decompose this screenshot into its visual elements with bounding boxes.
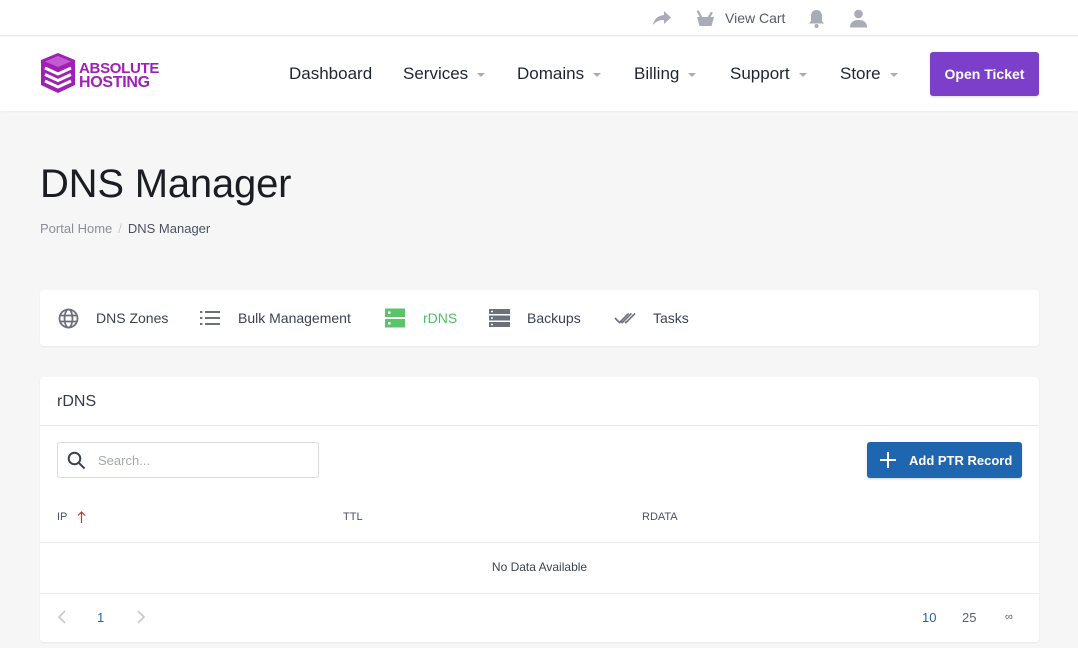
share-arrow-icon <box>652 10 672 26</box>
view-cart-link[interactable]: View Cart <box>696 0 785 36</box>
column-header-rdata-label: RDATA <box>642 511 678 523</box>
breadcrumb-separator: / <box>118 221 122 236</box>
search-input[interactable] <box>98 452 298 468</box>
tab-tasks[interactable]: Tasks <box>614 290 689 346</box>
page-size-all[interactable]: ∞ <box>1005 609 1013 625</box>
breadcrumb: Portal Home / DNS Manager <box>40 221 210 236</box>
empty-state: No Data Available <box>491 560 588 574</box>
notifications-button[interactable] <box>808 0 825 36</box>
tab-rdns[interactable]: rDNS <box>384 290 457 346</box>
list-icon <box>199 310 221 326</box>
sort-ascending-icon <box>77 511 86 523</box>
chevron-down-icon <box>889 73 898 77</box>
plus-icon <box>880 452 896 468</box>
nav-domains-label: Domains <box>517 64 585 83</box>
search-field[interactable] <box>57 442 319 478</box>
breadcrumb-portal-home[interactable]: Portal Home <box>40 221 112 236</box>
page-size-10[interactable]: 10 <box>922 609 936 625</box>
tab-backups[interactable]: Backups <box>488 290 581 346</box>
storage-icon <box>488 309 510 327</box>
chevron-down-icon <box>688 73 697 77</box>
stacked-server-icon <box>40 52 76 99</box>
page-number[interactable]: 1 <box>97 610 104 625</box>
add-ptr-record-label: Add PTR Record <box>909 452 1013 468</box>
tab-dns-zones-label: DNS Zones <box>96 310 169 326</box>
column-header-ip[interactable]: IP <box>57 511 86 523</box>
rdns-card-title: rDNS <box>57 393 97 410</box>
nav-store[interactable]: Store <box>840 37 898 111</box>
nav-billing[interactable]: Billing <box>634 37 697 111</box>
main-header: ABSOLUTE HOSTING Dashboard Services Doma… <box>0 37 1078 111</box>
basket-icon <box>696 9 715 27</box>
divider <box>40 425 1039 426</box>
nav-dashboard[interactable]: Dashboard <box>289 37 372 111</box>
chevron-down-icon <box>477 73 486 77</box>
search-icon <box>67 451 86 470</box>
next-page-button[interactable] <box>136 610 146 624</box>
user-icon <box>849 9 868 28</box>
nav-store-label: Store <box>840 64 881 83</box>
tab-dns-zones[interactable]: DNS Zones <box>57 290 168 346</box>
nav-support-label: Support <box>730 64 790 83</box>
column-header-ip-label: IP <box>57 511 68 523</box>
share-button[interactable] <box>652 0 672 36</box>
bell-icon <box>808 9 825 28</box>
double-check-icon <box>614 311 636 325</box>
divider <box>40 593 1039 594</box>
brand-line-2: HOSTING <box>79 73 150 91</box>
view-cart-label: View Cart <box>725 10 786 26</box>
column-header-ttl-label: TTL <box>343 511 363 523</box>
nav-dashboard-label: Dashboard <box>289 64 373 83</box>
column-header-ttl[interactable]: TTL <box>343 511 363 523</box>
brand-name: ABSOLUTE HOSTING <box>79 61 159 91</box>
breadcrumb-current: DNS Manager <box>127 221 211 236</box>
tab-rdns-label: rDNS <box>423 310 458 326</box>
open-ticket-label: Open Ticket <box>944 66 1025 82</box>
server-icon <box>384 308 406 328</box>
chevron-down-icon <box>593 73 602 77</box>
page-title: DNS Manager <box>40 162 292 206</box>
divider <box>40 542 1039 543</box>
nav-domains[interactable]: Domains <box>517 37 602 111</box>
tab-backups-label: Backups <box>527 310 581 326</box>
page-size-25[interactable]: 25 <box>962 609 976 625</box>
open-ticket-button[interactable]: Open Ticket <box>930 52 1039 96</box>
nav-services[interactable]: Services <box>403 37 486 111</box>
chevron-down-icon <box>798 73 807 77</box>
rdns-card: rDNS Add PTR Record IP TTL RDATA No Data… <box>40 377 1039 642</box>
column-header-rdata[interactable]: RDATA <box>642 511 678 523</box>
tab-bulk-management[interactable]: Bulk Management <box>199 290 351 346</box>
nav-support[interactable]: Support <box>730 37 807 111</box>
tab-tasks-label: Tasks <box>653 310 689 326</box>
dns-tabs: DNS Zones Bulk Management rDNS Backups T… <box>40 290 1039 346</box>
globe-icon <box>57 308 79 329</box>
pagination: 1 <box>57 609 146 625</box>
account-button[interactable] <box>849 0 868 36</box>
tab-bulk-management-label: Bulk Management <box>238 310 351 326</box>
nav-billing-label: Billing <box>634 64 680 83</box>
brand-logo[interactable]: ABSOLUTE HOSTING <box>40 52 159 99</box>
previous-page-button[interactable] <box>57 610 67 624</box>
add-ptr-record-button[interactable]: Add PTR Record <box>867 442 1022 478</box>
top-bar: View Cart <box>0 0 1078 36</box>
nav-services-label: Services <box>403 64 469 83</box>
